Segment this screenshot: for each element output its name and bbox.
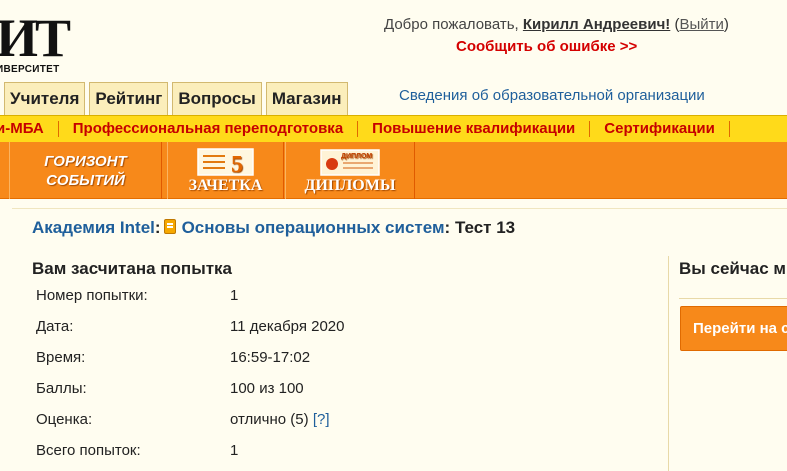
result-title: Вам засчитана попытка bbox=[32, 259, 232, 278]
table-row: Всего попыток: 1 bbox=[32, 435, 345, 466]
content-divider bbox=[12, 208, 787, 209]
nav-item-retraining[interactable]: Профессиональная переподготовка bbox=[59, 121, 359, 137]
book-icon bbox=[163, 219, 176, 234]
logout-paren-close: ) bbox=[723, 16, 729, 33]
diplomy-banner[interactable]: ДИПЛОМ ДИПЛОМЫ bbox=[285, 142, 415, 199]
row-value: 100 из 100 bbox=[230, 380, 304, 397]
table-row: Номер попытки: 1 bbox=[32, 280, 345, 311]
banner-bar: ГОРИЗОНТ СОБЫТИЙ 5 ЗАЧЕТКА ДИПЛОМ ДИПЛОМ bbox=[0, 142, 787, 199]
user-name-link[interactable]: Кирилл Андреевич! bbox=[523, 16, 670, 33]
horizon-line1: ГОРИЗОНТ bbox=[44, 152, 127, 170]
table-row: Время: 16:59-17:02 bbox=[32, 342, 345, 373]
row-value: 1 bbox=[230, 442, 239, 459]
site-logo[interactable]: ИТ ИВЕРСИТЕТ bbox=[0, 8, 71, 75]
table-row: Баллы: 100 из 100 bbox=[32, 373, 345, 404]
right-panel-title: Вы сейчас м bbox=[679, 259, 786, 278]
row-label: Оценка: bbox=[36, 411, 93, 428]
svg-text:5: 5 bbox=[231, 152, 243, 177]
nav-item-mba[interactable]: и-МБА bbox=[0, 121, 59, 137]
tab-questions[interactable]: Вопросы bbox=[172, 82, 262, 116]
table-row: Дата: 11 декабря 2020 bbox=[32, 311, 345, 342]
tab-shop[interactable]: Магазин bbox=[265, 82, 348, 116]
row-label: Время: bbox=[36, 349, 86, 366]
table-row: Оценка: отлично (5) [?] bbox=[32, 404, 345, 435]
breadcrumb-colon: : bbox=[154, 218, 161, 237]
row-value: 11 декабря 2020 bbox=[230, 318, 345, 335]
row-label: Всего попыток: bbox=[36, 442, 141, 459]
diplomy-label: ДИПЛОМЫ bbox=[304, 176, 396, 194]
row-label: Баллы: bbox=[36, 380, 87, 397]
program-nav: и-МБА Профессиональная переподготовка По… bbox=[0, 115, 787, 142]
zachetka-banner[interactable]: 5 ЗАЧЕТКА bbox=[167, 142, 284, 199]
row-value: отлично (5) [?] bbox=[230, 404, 345, 435]
logo-subtext: ИВЕРСИТЕТ bbox=[0, 64, 60, 75]
right-panel: Вы сейчас м Перейти на с bbox=[668, 256, 787, 471]
right-panel-divider bbox=[679, 298, 787, 299]
row-value: 1 bbox=[230, 287, 239, 304]
report-error-link[interactable]: Сообщить об ошибке >> bbox=[456, 38, 637, 55]
grade-value: отлично (5) bbox=[230, 411, 309, 428]
breadcrumb-academy[interactable]: Академия Intel bbox=[32, 218, 155, 237]
zachetka-label: ЗАЧЕТКА bbox=[188, 176, 263, 194]
main-tabs: Учителя Рейтинг Вопросы Магазин bbox=[4, 82, 348, 116]
logout-link[interactable]: Выйти bbox=[679, 16, 723, 33]
tab-teachers[interactable]: Учителя bbox=[4, 82, 86, 116]
row-label: Дата: bbox=[36, 318, 74, 335]
org-info-link[interactable]: Сведения об образовательной организации bbox=[399, 87, 705, 104]
breadcrumb: Академия Intel: Основы операционных систе… bbox=[32, 218, 515, 238]
result-table: Номер попытки: 1 Дата: 11 декабря 2020 В… bbox=[32, 280, 345, 466]
breadcrumb-current: Тест 13 bbox=[454, 218, 516, 237]
logo-text: ИТ bbox=[0, 8, 71, 68]
breadcrumb-colon: : bbox=[444, 218, 451, 237]
welcome-prefix: Добро пожаловать, bbox=[384, 16, 519, 33]
row-value: 16:59-17:02 bbox=[230, 349, 311, 366]
breadcrumb-course[interactable]: Основы операционных систем bbox=[182, 218, 445, 237]
welcome-message: Добро пожаловать, Кирилл Андреевич! (Вый… bbox=[384, 16, 729, 33]
grade-help-link[interactable]: [?] bbox=[313, 411, 330, 428]
svg-text:ДИПЛОМ: ДИПЛОМ bbox=[341, 153, 372, 160]
gradebook-icon: 5 bbox=[196, 147, 255, 177]
row-label: Номер попытки: bbox=[36, 287, 148, 304]
go-to-button[interactable]: Перейти на с bbox=[680, 306, 787, 351]
nav-item-certifications[interactable]: Сертификации bbox=[590, 121, 730, 137]
horizon-banner[interactable]: ГОРИЗОНТ СОБЫТИЙ bbox=[9, 142, 162, 199]
nav-item-qualification[interactable]: Повышение квалификации bbox=[358, 121, 591, 137]
horizon-line2: СОБЫТИЙ bbox=[46, 171, 125, 189]
diploma-icon: ДИПЛОМ bbox=[319, 147, 381, 177]
tab-rating[interactable]: Рейтинг bbox=[89, 82, 169, 116]
